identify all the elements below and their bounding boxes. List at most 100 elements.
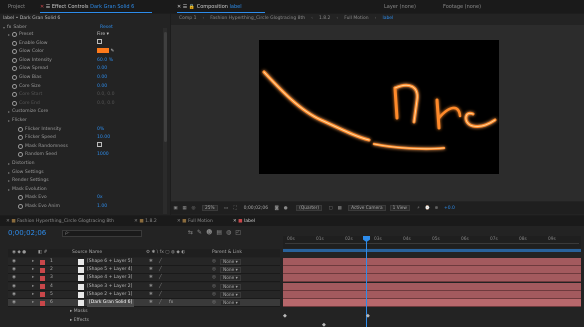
- parent-pickwhip-icon[interactable]: ◎: [212, 299, 216, 307]
- layer-duration-bar[interactable]: [283, 258, 581, 266]
- checkerboard-icon[interactable]: ▩: [335, 206, 344, 211]
- parent-pickwhip-icon[interactable]: ◎: [212, 274, 216, 282]
- effect-property-row[interactable]: ▸ Flicker: [8, 117, 27, 124]
- timeline-timecode[interactable]: 0;00;02;06: [8, 229, 46, 237]
- parent-pickwhip-icon[interactable]: ◎: [212, 283, 216, 291]
- effect-property-row[interactable]: Glow Bias 0.00: [8, 74, 107, 81]
- layer-name[interactable]: [Shape 4 + Layer 3]: [87, 274, 132, 282]
- keyframe-icon[interactable]: ◆: [366, 313, 370, 319]
- effect-property-value[interactable]: ✎: [97, 48, 114, 55]
- effect-property-row[interactable]: ▸ Render Settings: [8, 177, 49, 184]
- timeline-tab[interactable]: ✕ ■ 1.8.2: [134, 219, 157, 224]
- stopwatch-icon[interactable]: [12, 92, 17, 98]
- layer-name[interactable]: [Dark Gran Solid 6]: [87, 299, 135, 307]
- effect-property-row[interactable]: ▸ Customize Core: [8, 108, 48, 115]
- breadcrumb-item[interactable]: Full Motion: [344, 16, 368, 24]
- effect-switch-icon[interactable]: fx: [169, 299, 173, 307]
- fast-previews-icon[interactable]: ⚡: [414, 206, 423, 211]
- quality-switch-icon[interactable]: ╱: [159, 283, 162, 291]
- effect-property-value[interactable]: 0%: [97, 126, 104, 133]
- effect-property-value[interactable]: 1000: [97, 151, 109, 158]
- fullscreen-icon[interactable]: ⛶: [231, 205, 240, 211]
- comp-flowchart-icon[interactable]: ⇆: [188, 229, 193, 236]
- effect-property-row[interactable]: Glow Color ✎: [8, 48, 114, 55]
- stopwatch-icon[interactable]: [12, 49, 17, 55]
- layer-duration-bar[interactable]: [283, 266, 581, 275]
- preview-icon[interactable]: ▣: [171, 206, 180, 211]
- keyframe-icon[interactable]: ◆: [283, 313, 287, 319]
- effect-property-row[interactable]: Core Size 0.00: [8, 83, 107, 90]
- effect-reset-link[interactable]: Reset: [100, 24, 113, 31]
- effect-saber-header[interactable]: ▾ fx Saber Reset: [3, 24, 113, 31]
- parent-pickwhip-icon[interactable]: ◎: [212, 258, 216, 266]
- layer-duration-bar[interactable]: [283, 290, 581, 299]
- stopwatch-icon[interactable]: [12, 100, 17, 106]
- tab-layer[interactable]: Layer (none): [384, 3, 416, 12]
- effect-property-value[interactable]: 60.0 %: [97, 57, 113, 64]
- parent-dropdown[interactable]: None ▾: [220, 291, 241, 298]
- parent-dropdown[interactable]: None ▾: [220, 259, 241, 265]
- quality-switch-icon[interactable]: ╱: [159, 266, 162, 274]
- exposure-value[interactable]: +0.0: [444, 206, 455, 211]
- work-area-bar[interactable]: [283, 249, 581, 252]
- expand-chevron-icon[interactable]: ▸: [32, 274, 34, 282]
- effect-property-row[interactable]: ▸ Mask Evolution: [8, 186, 47, 193]
- stopwatch-icon[interactable]: [18, 152, 23, 158]
- shy-switch-icon[interactable]: ✱: [149, 258, 153, 266]
- video-visibility-icon[interactable]: ◉: [12, 299, 16, 307]
- views-dropdown[interactable]: 1 View: [389, 205, 410, 211]
- stopwatch-icon[interactable]: [12, 57, 17, 63]
- fx-icon[interactable]: fx: [7, 24, 11, 31]
- snapshot-icon[interactable]: ◙: [272, 206, 281, 211]
- table-row[interactable]: ◉ ▸ 2 [Shape 5 + Layer 4] ✱ ╱ ◎ None ▾: [8, 266, 280, 275]
- frame-blending-icon[interactable]: ▤: [216, 229, 222, 236]
- stopwatch-icon[interactable]: [12, 75, 17, 80]
- expand-chevron-icon[interactable]: ▸: [32, 299, 34, 307]
- layer-duration-bar[interactable]: [283, 274, 581, 283]
- effect-property-row[interactable]: ▸ Preset Fire ▾: [8, 31, 109, 38]
- effect-property-row[interactable]: Core Start 0.0, 0.0: [8, 91, 115, 98]
- effect-property-value[interactable]: 10.00: [97, 134, 110, 141]
- composition-canvas[interactable]: [259, 40, 499, 174]
- label-color-swatch[interactable]: [40, 259, 45, 265]
- layer-search-input[interactable]: ρ-: [62, 230, 142, 237]
- draft-3d-icon[interactable]: ✎: [197, 229, 202, 236]
- camera-dropdown[interactable]: Active Camera: [348, 205, 386, 211]
- effect-property-value[interactable]: 0.0, 0.0: [97, 100, 115, 107]
- effect-property-row[interactable]: Flicker Speed 10.00: [14, 134, 110, 141]
- effect-property-row[interactable]: Glow Spread 0.00: [8, 65, 107, 72]
- label-color-swatch[interactable]: [40, 275, 45, 281]
- composition-menu-icon[interactable]: ☰: [183, 4, 187, 10]
- zoom-dropdown[interactable]: 25%: [202, 205, 218, 211]
- mask-randomness-checkbox[interactable]: [97, 142, 102, 148]
- table-row[interactable]: ◉ ▸ 5 [Shape 2 + Layer 1] ✱ ╱ ◎ None ▾: [8, 290, 280, 299]
- video-visibility-icon[interactable]: ◉: [12, 266, 16, 274]
- effect-property-value[interactable]: [97, 142, 102, 150]
- region-of-interest-icon[interactable]: ▢: [326, 206, 335, 211]
- stopwatch-icon[interactable]: [18, 135, 23, 141]
- parent-dropdown[interactable]: None ▾: [220, 267, 241, 274]
- quality-switch-icon[interactable]: ╱: [159, 258, 162, 266]
- effect-property-value[interactable]: 1.00: [97, 203, 107, 210]
- timeline-tab[interactable]: ✕ ■ Fashion Hyperthing_Circle Glogtracin…: [6, 219, 114, 224]
- effect-property-row[interactable]: Mask Evo Anim 1.00: [14, 203, 107, 210]
- effect-property-value[interactable]: 0x: [97, 194, 103, 201]
- expand-chevron-icon[interactable]: ▸: [32, 266, 34, 274]
- motion-blur-icon[interactable]: ◍: [226, 229, 231, 236]
- label-color-swatch[interactable]: [40, 267, 45, 273]
- parent-pickwhip-icon[interactable]: ◎: [212, 266, 216, 274]
- expand-chevron-icon[interactable]: ▸: [32, 258, 34, 266]
- effect-property-row[interactable]: Mask Randomness: [14, 142, 102, 150]
- layer-name[interactable]: [Shape 2 + Layer 1]: [87, 291, 132, 299]
- shy-layers-icon[interactable]: ☻: [206, 229, 212, 236]
- layer-duration-bar[interactable]: [283, 282, 581, 291]
- effect-property-value[interactable]: 0.00: [97, 65, 107, 72]
- breadcrumb-item[interactable]: label: [382, 16, 393, 24]
- effect-property-row[interactable]: Enable Glow: [8, 39, 102, 47]
- tab-composition[interactable]: ✕ ☰ 🔒 Composition label: [177, 3, 242, 12]
- stopwatch-icon[interactable]: [12, 66, 17, 72]
- table-row[interactable]: ◉ ▸ 1 [Shape 6 + Layer 5] ✱ ╱ ◎ None ▾: [8, 258, 280, 266]
- stopwatch-icon[interactable]: [12, 83, 17, 89]
- enable-glow-checkbox[interactable]: [97, 39, 102, 45]
- table-row[interactable]: ◉ ▸ 3 [Shape 4 + Layer 3] ✱ ╱ ◎ None ▾: [8, 274, 280, 283]
